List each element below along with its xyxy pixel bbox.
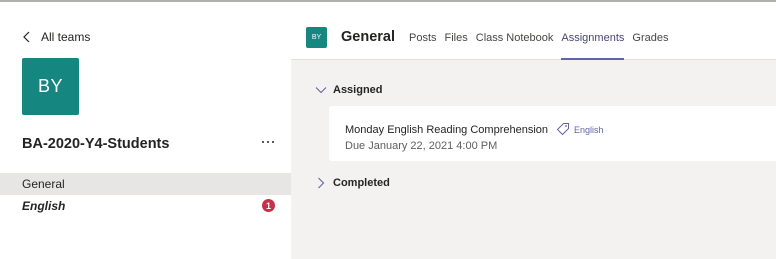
team-name: BA-2020-Y4-Students	[22, 136, 170, 152]
channel-item-general[interactable]: General	[0, 173, 291, 195]
tab-files[interactable]: Files	[441, 2, 472, 60]
channel-label: General	[22, 177, 65, 191]
tab-assignments[interactable]: Assignments	[557, 2, 628, 60]
tag-icon	[556, 123, 569, 136]
channel-header: BY General Posts Files Class Notebook As…	[291, 2, 776, 60]
tab-posts[interactable]: Posts	[405, 2, 441, 60]
team-sidebar: All teams BY BA-2020-Y4-Students General…	[0, 2, 291, 259]
assignment-title: Monday English Reading Comprehension	[345, 124, 549, 136]
channel-title: General	[341, 29, 395, 45]
chevron-right-icon	[318, 177, 325, 189]
assigned-section-toggle[interactable]: Assigned	[315, 84, 383, 96]
team-avatar: BY	[22, 58, 79, 115]
assignment-due-date: Due January 22, 2021 4:00 PM	[345, 140, 498, 152]
assigned-label: Assigned	[333, 84, 383, 96]
tab-class-notebook[interactable]: Class Notebook	[472, 2, 558, 60]
assignment-tag[interactable]: English	[574, 125, 604, 135]
assignment-card[interactable]: Monday English Reading Comprehension Eng…	[329, 106, 776, 161]
tab-bar: Posts Files Class Notebook Assignments G…	[405, 2, 672, 60]
completed-label: Completed	[333, 177, 390, 189]
all-teams-label: All teams	[41, 30, 91, 44]
completed-section-toggle[interactable]: Completed	[315, 177, 390, 189]
channel-avatar: BY	[306, 27, 327, 48]
more-options-icon[interactable]	[258, 134, 278, 150]
all-teams-link[interactable]: All teams	[22, 30, 90, 44]
chevron-left-icon	[23, 31, 30, 43]
tab-grades[interactable]: Grades	[628, 2, 672, 60]
channel-content: BY General Posts Files Class Notebook As…	[291, 2, 776, 259]
chevron-down-icon	[315, 87, 327, 94]
notification-badge: 1	[262, 199, 275, 212]
channel-item-english[interactable]: English 1	[0, 195, 291, 217]
channel-label: English	[22, 199, 66, 213]
